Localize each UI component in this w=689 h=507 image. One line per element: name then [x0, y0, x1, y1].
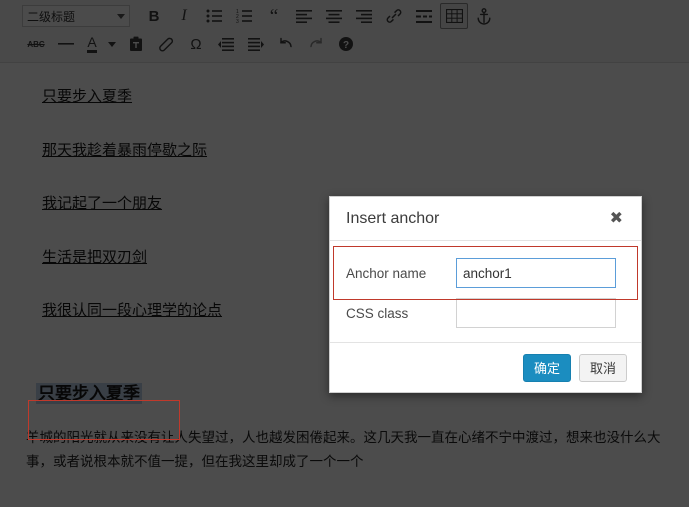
confirm-button[interactable]: 确定: [522, 353, 571, 382]
cancel-button[interactable]: 取消: [578, 353, 627, 382]
dialog-header: Insert anchor ✖: [330, 197, 641, 241]
anchor-name-input[interactable]: anchor1: [456, 258, 616, 288]
css-class-label: CSS class: [346, 305, 409, 321]
editor-screen: 二级标题 B I: [0, 0, 689, 507]
close-icon[interactable]: ✖: [608, 209, 625, 229]
dialog-footer: 确定 取消: [330, 342, 641, 392]
anchor-name-row: Anchor name anchor1: [346, 253, 625, 293]
dialog-title: Insert anchor: [346, 209, 440, 227]
anchor-name-label: Anchor name: [346, 265, 427, 281]
insert-anchor-dialog: Insert anchor ✖ Anchor name anchor1 CSS …: [329, 196, 642, 393]
css-class-input[interactable]: [456, 298, 616, 328]
css-class-row: CSS class: [346, 293, 625, 333]
dialog-body: Anchor name anchor1 CSS class: [330, 241, 641, 342]
